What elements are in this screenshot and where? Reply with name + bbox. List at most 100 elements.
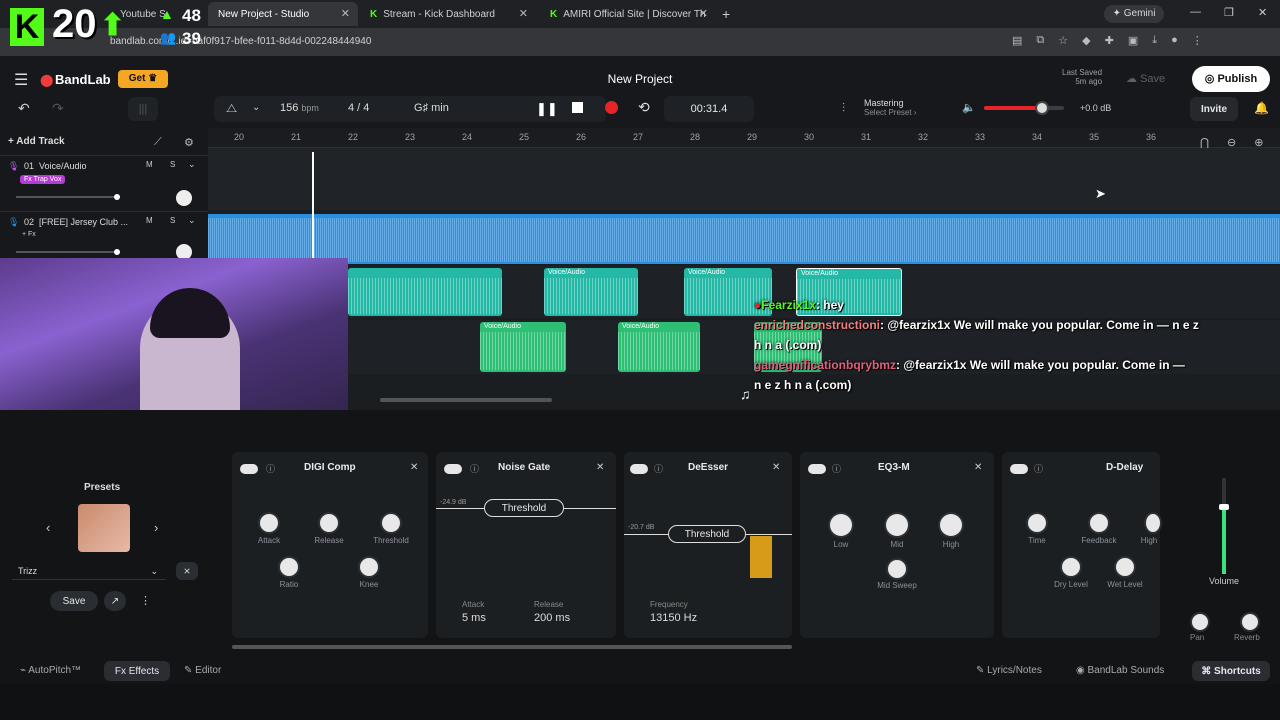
fx-toggle[interactable] [240, 464, 258, 474]
fader-handle[interactable] [1219, 504, 1229, 510]
fx-toggle[interactable] [444, 464, 462, 474]
window-close-icon[interactable]: ✕ [1258, 6, 1267, 19]
preset-select[interactable]: Trizz ⌄ [12, 562, 166, 580]
tempo[interactable]: 156 bpm [280, 102, 319, 114]
undo-icon[interactable]: ↶ [18, 100, 30, 117]
feedback-knob[interactable] [1090, 514, 1108, 532]
track-volume-handle[interactable] [114, 194, 120, 200]
release-value[interactable]: 200 ms [534, 612, 570, 624]
share-icon[interactable]: ↗ [104, 591, 126, 611]
close-icon[interactable]: ✕ [519, 7, 528, 20]
settings-icon[interactable]: ⚙ [184, 136, 194, 149]
track-lane-1[interactable] [208, 148, 1280, 210]
chevron-down-icon[interactable]: ⌄ [252, 102, 260, 113]
close-icon[interactable]: ✕ [772, 462, 780, 473]
preset-thumbnail[interactable] [78, 504, 130, 552]
magic-icon[interactable]: ⟋ [154, 136, 162, 149]
project-title[interactable]: New Project [560, 72, 720, 86]
solo-button[interactable]: S [170, 216, 175, 225]
info-icon[interactable]: ⓘ [1034, 462, 1043, 475]
high-knob[interactable] [1146, 514, 1160, 532]
autopitch-tab[interactable]: ⌁ AutoPitch™ [20, 665, 81, 676]
time-knob[interactable] [1028, 514, 1046, 532]
record-icon[interactable] [605, 101, 618, 114]
fx-tag[interactable]: Fx Trap Vox [20, 175, 66, 184]
chevron-right-icon[interactable]: › [154, 520, 158, 535]
reverb-knob[interactable] [1242, 614, 1258, 630]
mid-sweep-knob[interactable] [888, 560, 906, 578]
audio-clip[interactable]: Voice/Audio [480, 322, 566, 372]
remove-fx-icon[interactable]: ⨯ [176, 562, 198, 580]
pan-knob[interactable] [176, 190, 192, 206]
track-row-1[interactable]: 🎙 01 Voice/Audio M S ⌄ Fx Trap Vox [0, 155, 208, 211]
close-icon[interactable]: ✕ [341, 7, 350, 20]
hamburger-icon[interactable]: ☰ [14, 70, 28, 90]
mute-button[interactable]: M [146, 216, 153, 225]
cast-icon[interactable]: ⧉ [1036, 34, 1044, 47]
master-volume-handle[interactable] [1034, 101, 1049, 115]
low-knob[interactable] [830, 514, 852, 536]
mute-button[interactable]: M [146, 160, 153, 169]
close-icon[interactable]: ✕ [699, 7, 708, 20]
sidebar-icon[interactable]: ▣ [1128, 34, 1138, 47]
audio-clip[interactable]: Voice/Audio [618, 322, 700, 372]
get-membership-button[interactable]: Get ♛ [118, 70, 168, 88]
audio-clip[interactable] [348, 268, 502, 316]
info-icon[interactable]: ⓘ [654, 462, 663, 475]
audio-clip[interactable]: Voice/Audio [544, 268, 638, 316]
track-volume-slider[interactable] [16, 251, 120, 253]
reader-icon[interactable]: ▤ [1012, 34, 1022, 47]
effects-tab[interactable]: Fx Effects [104, 661, 170, 681]
timeline-ruler[interactable]: 20 21 22 23 24 25 26 27 28 29 30 31 32 33 34 35 36 [208, 128, 1280, 148]
gemini-button[interactable]: ✦ Gemini [1104, 5, 1164, 23]
track-volume-slider[interactable] [16, 196, 120, 198]
track-lane-3[interactable]: Voice/Audio Voice/Audio Voice/Audio [208, 266, 1280, 318]
menu-dots-icon[interactable]: ⋮ [1192, 34, 1203, 47]
threshold-handle[interactable]: Threshold [668, 525, 746, 543]
metronome-icon[interactable]: ⧍ [226, 101, 237, 116]
save-project-button[interactable]: ☁ Save [1126, 72, 1165, 85]
wet-level-knob[interactable] [1116, 558, 1134, 576]
publish-button[interactable]: ◎ Publish [1192, 66, 1270, 92]
fx-toggle[interactable] [630, 464, 648, 474]
time-signature[interactable]: 4 / 4 [348, 102, 369, 114]
threshold-knob[interactable] [382, 514, 400, 532]
close-icon[interactable]: ✕ [974, 462, 982, 473]
fx-scrollbar[interactable] [222, 644, 1160, 650]
editor-tab[interactable]: ✎ Editor [184, 665, 221, 676]
fx-toggle[interactable] [1010, 464, 1028, 474]
attack-knob[interactable] [260, 514, 278, 532]
mid-knob[interactable] [886, 514, 908, 536]
new-tab-icon[interactable]: + [722, 6, 730, 22]
tab-studio[interactable]: New Project - Studio ✕ [208, 2, 358, 26]
more-options-icon[interactable]: ⋮ [140, 594, 151, 607]
master-volume-fader[interactable] [1219, 478, 1229, 574]
info-icon[interactable]: ⓘ [470, 462, 479, 475]
mastering-selector[interactable]: Mastering Select Preset › [864, 98, 916, 117]
tab-kick-dashboard[interactable]: K Stream - Kick Dashboard ✕ [360, 2, 536, 26]
track-row-2[interactable]: 🎙 02 [FREE] Jersey Club ... M S ⌄ + Fx [0, 211, 208, 260]
shortcuts-button[interactable]: ⌘ Shortcuts [1192, 661, 1270, 681]
track-lane-2[interactable] [208, 214, 1280, 264]
bell-icon[interactable]: 🔔 [1254, 101, 1269, 115]
track-volume-handle[interactable] [114, 249, 120, 255]
playhead[interactable] [312, 152, 314, 262]
invite-button[interactable]: Invite [1190, 97, 1238, 121]
frequency-value[interactable]: 13150 Hz [650, 612, 697, 624]
solo-button[interactable]: S [170, 160, 175, 169]
chevron-down-icon[interactable]: ⌄ [188, 215, 196, 226]
mixer-icon[interactable]: ||| [128, 97, 158, 121]
chevron-down-icon[interactable]: ⌄ [188, 159, 196, 170]
info-icon[interactable]: ⓘ [266, 462, 275, 475]
knee-knob[interactable] [360, 558, 378, 576]
master-volume-slider[interactable] [984, 101, 1064, 115]
stop-icon[interactable] [572, 102, 583, 113]
minimize-icon[interactable]: — [1190, 6, 1201, 18]
speaker-icon[interactable]: 🔈 [962, 101, 976, 114]
extension-icon[interactable]: ◆ [1082, 34, 1090, 47]
lyrics-notes-button[interactable]: ✎ Lyrics/Notes [976, 665, 1042, 676]
preset-save-button[interactable]: Save [50, 591, 98, 611]
pan-knob[interactable] [1192, 614, 1208, 630]
close-icon[interactable]: ✕ [410, 462, 418, 473]
close-icon[interactable]: ✕ [596, 462, 604, 473]
